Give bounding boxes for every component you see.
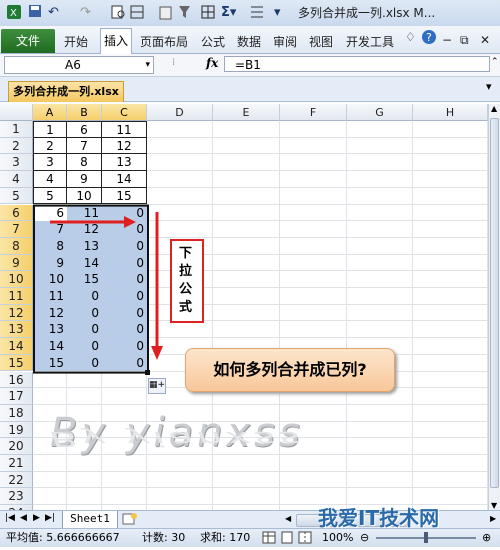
- zoom-slider-thumb[interactable]: [424, 532, 428, 543]
- last-sheet-icon[interactable]: ▶|: [45, 513, 55, 523]
- right-arrow-icon: [124, 216, 136, 228]
- zoom-level[interactable]: 100%: [322, 529, 353, 547]
- page-break-view-icon[interactable]: [298, 531, 312, 550]
- callout-text: 下拉公式: [179, 246, 193, 315]
- watermark-reflection: By yianxss: [50, 427, 304, 450]
- sheet-tab-sheet1[interactable]: Sheet1: [62, 511, 118, 529]
- status-bar: 平均值: 5.666666667 计数: 30 求和: 170 100% ⊖ ⊕: [0, 528, 500, 547]
- down-arrow-icon: [151, 346, 163, 360]
- zoom-in-icon[interactable]: ⊕: [482, 529, 491, 547]
- scroll-left-icon[interactable]: ◀: [285, 514, 291, 523]
- prev-sheet-icon[interactable]: ◀: [20, 513, 27, 523]
- scroll-right-icon[interactable]: ▶: [490, 514, 496, 523]
- status-average: 平均值: 5.666666667: [6, 531, 120, 544]
- next-sheet-icon[interactable]: ▶: [33, 513, 40, 523]
- fill-handle[interactable]: [145, 370, 150, 375]
- zoom-out-icon[interactable]: ⊖: [360, 529, 369, 547]
- first-sheet-icon[interactable]: |◀: [5, 513, 15, 523]
- page-layout-view-icon[interactable]: [280, 531, 294, 550]
- selection-border: [33, 204, 149, 374]
- annotation-overlay: [33, 204, 163, 375]
- site-watermark: 我爱IT技术网: [318, 506, 440, 530]
- question-banner: 如何多列合并成已列?: [185, 348, 395, 392]
- insert-sheet-icon[interactable]: [122, 512, 138, 529]
- normal-view-icon[interactable]: [262, 531, 276, 550]
- status-sum: 求和: 170: [200, 531, 251, 544]
- autofill-options-icon[interactable]: ▦+: [148, 378, 166, 394]
- drag-formula-callout: 下拉公式: [170, 239, 204, 323]
- status-count: 计数: 30: [142, 531, 186, 544]
